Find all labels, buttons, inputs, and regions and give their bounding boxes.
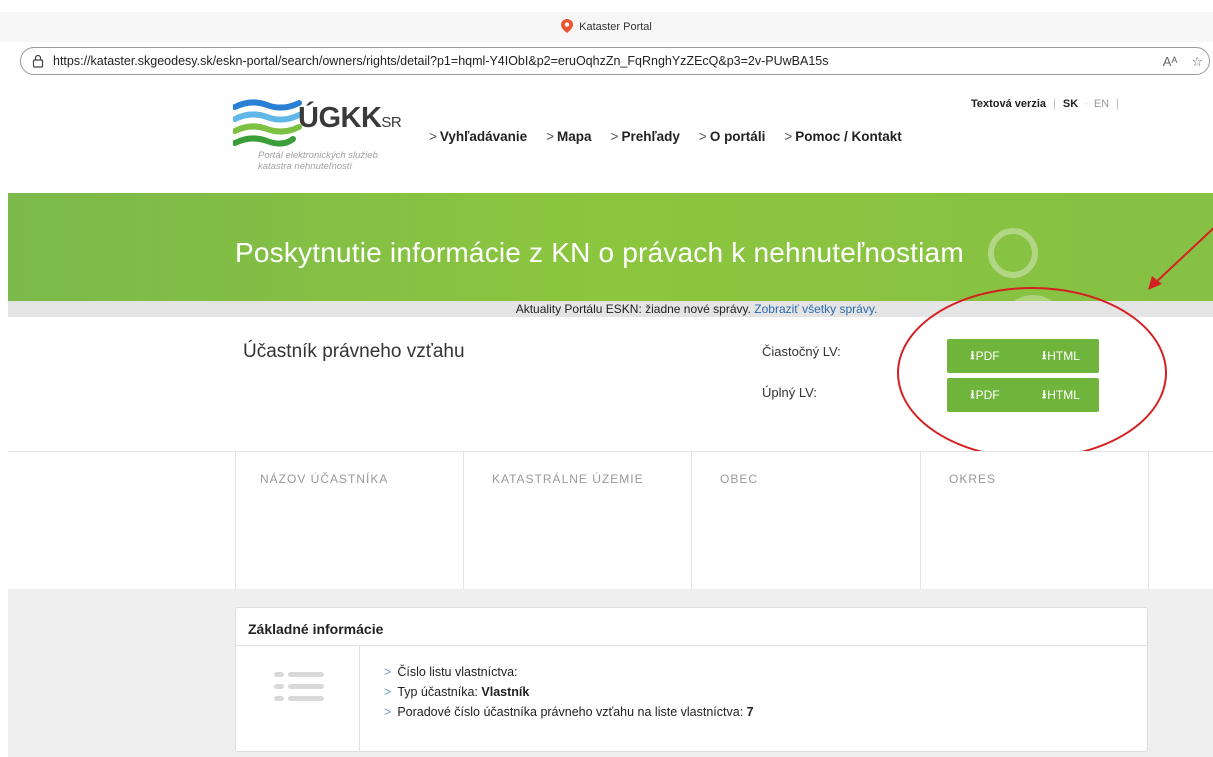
column-header-katastralne-uzemie: KATASTRÁLNE ÚZEMIE <box>463 452 691 590</box>
site-header: ÚGKKSR Portál elektronických služieb kat… <box>0 80 1213 193</box>
section-title: Účastník právneho vzťahu <box>243 341 465 362</box>
info-item-lv-number: > Číslo listu vlastníctva: <box>384 665 518 679</box>
site-info-icon[interactable] <box>31 54 45 68</box>
column-header-obec: OBEC <box>691 452 920 590</box>
nav-item-prehlady[interactable]: > Prehľady <box>611 129 680 144</box>
participants-table: NÁZOV ÚČASTNÍKA KATASTRÁLNE ÚZEMIE OBEC … <box>8 451 1213 590</box>
full-lv-label: Úplný LV: <box>762 385 817 400</box>
divider: · <box>1084 98 1088 110</box>
favorite-star-icon[interactable]: ☆ <box>1191 54 1203 70</box>
page-banner: Poskytnutie informácie z KN o právach k … <box>8 193 1213 301</box>
info-item-participant-type: > Typ účastníka: Vlastník <box>384 685 530 699</box>
location-pin-icon <box>561 18 574 36</box>
basic-info-card: Základné informácie > Číslo listu vlastní… <box>235 607 1148 752</box>
nav-item-pomoc-kontakt[interactable]: > Pomoc / Kontakt <box>784 129 901 144</box>
chevron-right-icon: > <box>384 705 392 719</box>
info-icon-column <box>236 646 360 752</box>
divider: | <box>1053 98 1056 110</box>
nav-item-vyhladavanie[interactable]: > Vyhľadávanie <box>429 129 527 144</box>
column-header-nazov: NÁZOV ÚČASTNÍKA <box>235 452 463 590</box>
list-icon <box>274 672 324 701</box>
annotation-arrow-icon <box>1148 227 1213 290</box>
address-bar[interactable]: https://kataster.skgeodesy.sk/eskn-porta… <box>20 47 1210 75</box>
divider: | <box>1116 98 1119 110</box>
logo-subtitle: Portál elektronických služieb katastra n… <box>258 150 378 172</box>
chevron-right-icon: > <box>384 665 392 679</box>
basic-info-list: > Číslo listu vlastníctva: > Typ účastníka… <box>384 662 754 722</box>
chevron-right-icon: > <box>698 129 707 144</box>
language-switcher: Textová verzia | SK · EN | <box>971 98 1126 110</box>
annotation-circle <box>897 287 1167 459</box>
logo-wordmark: ÚGKKSR <box>298 102 402 134</box>
main-nav: > Vyhľadávanie > Mapa > Prehľady > O portáli… <box>429 129 921 144</box>
news-text: Aktuality Portálu ESKN: žiadne nové sprá… <box>515 302 751 316</box>
text-version-link[interactable]: Textová verzia <box>971 98 1046 110</box>
chevron-right-icon: > <box>384 685 392 699</box>
url-text[interactable]: https://kataster.skgeodesy.sk/eskn-porta… <box>53 54 829 68</box>
basic-info-title: Základné informácie <box>236 608 1147 646</box>
chevron-right-icon: > <box>784 129 793 144</box>
nav-item-mapa[interactable]: > Mapa <box>546 129 591 144</box>
chevron-right-icon: > <box>546 129 555 144</box>
partial-lv-label: Čiastočný LV: <box>762 344 841 359</box>
tab-title-text: Kataster Portal <box>579 21 652 33</box>
chevron-right-icon: > <box>429 129 437 144</box>
read-aloud-icon[interactable]: Aᴬ <box>1163 54 1178 70</box>
nav-item-o-portali[interactable]: > O portáli <box>699 129 765 144</box>
chevron-right-icon: > <box>610 129 619 144</box>
lang-en-link[interactable]: EN <box>1094 98 1109 110</box>
lang-sk-link[interactable]: SK <box>1063 98 1078 110</box>
browser-tab-title: Kataster Portal <box>0 12 1213 42</box>
show-all-news-link[interactable]: Zobraziť všetky správy. <box>754 302 877 316</box>
info-item-participant-order: > Poradové číslo účastníka právneho vzťah… <box>384 705 754 719</box>
column-header-okres: OKRES <box>920 452 1148 590</box>
page-title: Poskytnutie informácie z KN o právach k … <box>235 237 964 268</box>
column-divider <box>1148 452 1213 590</box>
